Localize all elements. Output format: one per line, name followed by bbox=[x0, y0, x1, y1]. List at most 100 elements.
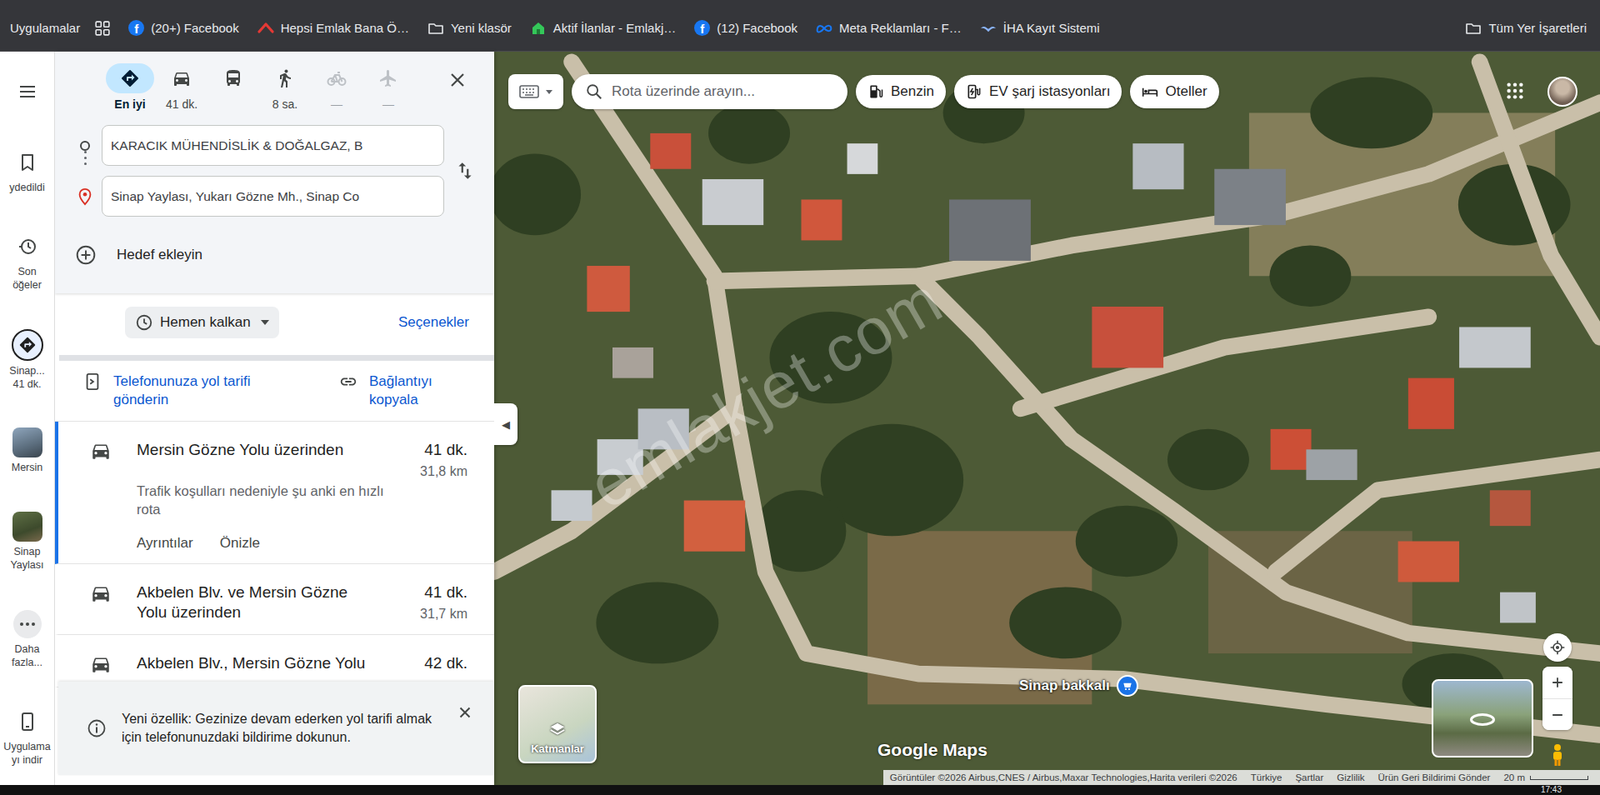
footer-link[interactable]: Ürün Geri Bildirimi Gönder bbox=[1378, 772, 1491, 783]
route-option[interactable]: Akbelen Blv. ve Mersin Gözne Yolu üzerin… bbox=[55, 564, 495, 635]
place-thumbnail bbox=[12, 511, 43, 542]
close-icon[interactable] bbox=[455, 703, 475, 722]
satellite-imagery[interactable] bbox=[494, 51, 1600, 785]
category-chip[interactable]: EV şarj istasyonları bbox=[954, 75, 1123, 109]
zoom-out-button[interactable] bbox=[1542, 698, 1573, 730]
car-icon bbox=[90, 582, 112, 605]
route-option[interactable]: Akbelen Blv., Mersin Gözne Yolu42 dk. bbox=[55, 635, 495, 688]
my-location-button[interactable] bbox=[1543, 633, 1572, 662]
crosshair-icon bbox=[1549, 639, 1566, 656]
bookmark-item[interactable]: İHA Kayıt Sistemi bbox=[980, 20, 1100, 37]
street-view-thumbnail[interactable] bbox=[1431, 679, 1534, 758]
walk-icon bbox=[275, 68, 295, 89]
route-search[interactable]: Rota üzerinde arayın... bbox=[571, 74, 848, 110]
apps-grid-icon[interactable] bbox=[95, 20, 110, 36]
bike-icon bbox=[326, 68, 347, 89]
swap-icon[interactable] bbox=[454, 160, 476, 182]
shop-pin-icon bbox=[1116, 675, 1139, 697]
rail-item[interactable]: Uygulamayı indir bbox=[0, 706, 55, 767]
rail-item[interactable]: ydedildi bbox=[0, 147, 55, 195]
zoom-in-button[interactable] bbox=[1542, 666, 1573, 699]
keyboard-button[interactable] bbox=[508, 74, 564, 110]
copy-link[interactable]: Bağlantıyı kopyala bbox=[339, 372, 461, 410]
rail-item[interactable] bbox=[0, 76, 55, 110]
send-to-phone[interactable]: Telefonunuza yol tarifi gönderin bbox=[83, 372, 280, 410]
account-avatar[interactable] bbox=[1547, 76, 1578, 107]
directions-icon bbox=[120, 68, 140, 89]
add-stop-button[interactable]: Hedef ekleyin bbox=[68, 238, 486, 272]
add-circle-icon bbox=[75, 244, 97, 266]
bookmark-item[interactable]: Hepsi Emlak Bana Ö… bbox=[257, 20, 410, 37]
pegman-icon[interactable] bbox=[1550, 743, 1565, 767]
car-icon bbox=[90, 440, 112, 462]
caret-icon bbox=[260, 320, 270, 325]
rail-item[interactable]: SinapYaylası bbox=[0, 511, 55, 572]
route-dots bbox=[84, 150, 87, 165]
bed-icon bbox=[1141, 83, 1159, 100]
hamburger-icon bbox=[17, 81, 38, 102]
scale-bar[interactable]: 20 m bbox=[1503, 772, 1589, 783]
footer-link[interactable]: Gizlilik bbox=[1336, 772, 1365, 783]
google-maps-logo: Google Maps bbox=[877, 740, 988, 760]
map-place-label[interactable]: Sinap bakkalı bbox=[1019, 675, 1139, 697]
rail-item[interactable]: Sonöğeler bbox=[0, 231, 55, 292]
category-chip[interactable]: Benzin bbox=[855, 75, 946, 109]
clock-icon bbox=[135, 313, 154, 332]
destination-field[interactable]: Sinap Yaylası, Yukarı Gözne Mh., Sinap C… bbox=[101, 175, 445, 217]
category-chip[interactable]: Oteller bbox=[1130, 75, 1219, 109]
bookmark-item[interactable]: f(20+) Facebook bbox=[128, 20, 239, 37]
travel-mode[interactable]: 41 dk. bbox=[155, 63, 208, 112]
route-option[interactable]: Mersin Gözne Yolu üzerinden41 dk.31,8 km… bbox=[55, 421, 495, 565]
map-footer: Görüntüler ©2026 Airbus,CNES / Airbus,Ma… bbox=[883, 770, 1600, 785]
close-button[interactable] bbox=[444, 66, 471, 94]
taskbar: 17:43 bbox=[0, 785, 1600, 795]
more-icon bbox=[13, 610, 42, 639]
rail-item[interactable]: Sinap...41 dk. bbox=[0, 329, 55, 391]
phone-send-icon bbox=[83, 372, 102, 391]
rail-item[interactable]: Dahafazla... bbox=[0, 609, 55, 670]
search-icon bbox=[585, 82, 604, 101]
taskbar-clock: 17:43 bbox=[1540, 785, 1562, 795]
bookmark-icon bbox=[17, 152, 38, 173]
history-icon bbox=[17, 236, 38, 257]
emlakjet-house-icon bbox=[530, 20, 547, 37]
bookmark-item[interactable]: Aktif İlanlar - Emlakj… bbox=[530, 20, 677, 37]
options-link[interactable]: Seçenekler bbox=[398, 314, 470, 331]
rail-item[interactable]: Mersin bbox=[0, 427, 55, 475]
plus-icon bbox=[1549, 674, 1566, 691]
travel-mode: — bbox=[362, 63, 415, 112]
route-action[interactable]: Önizle bbox=[220, 535, 260, 552]
route-action[interactable]: Ayrıntılar bbox=[136, 535, 194, 552]
info-icon bbox=[86, 718, 107, 739]
watermark: emlakjet.com bbox=[576, 262, 955, 525]
footer-link[interactable]: Türkiye bbox=[1250, 772, 1283, 783]
city-thumbnail bbox=[12, 427, 43, 458]
bookmark-item[interactable]: f(12) Facebook bbox=[694, 20, 798, 37]
rotate-360-icon bbox=[1467, 703, 1498, 734]
origin-field[interactable]: KARACIK MÜHENDİSLİK & DOĞALGAZ, B bbox=[101, 125, 445, 166]
close-icon bbox=[447, 70, 468, 90]
loading-bar bbox=[59, 355, 495, 361]
departure-dropdown[interactable]: Hemen kalkan bbox=[125, 306, 280, 339]
apps-bookmark[interactable]: Uygulamalar bbox=[10, 20, 80, 37]
eagle-icon bbox=[980, 20, 997, 37]
bookmark-item[interactable]: Meta Reklamları - F… bbox=[815, 20, 962, 37]
footer-link[interactable]: Şartlar bbox=[1295, 772, 1324, 783]
google-apps-icon[interactable] bbox=[1505, 81, 1525, 100]
keyboard-icon bbox=[519, 85, 540, 99]
satellite-map[interactable]: emlakjet.com Rota üzerinde arayın...Benzi… bbox=[494, 51, 1600, 785]
travel-mode[interactable] bbox=[207, 63, 260, 112]
bookmark-item[interactable]: Yeni klasör bbox=[427, 20, 512, 37]
link-icon bbox=[339, 372, 358, 391]
layers-button[interactable]: Katmanlar bbox=[518, 685, 597, 764]
collapse-panel-button[interactable]: ◀ bbox=[494, 403, 518, 445]
car-icon bbox=[171, 68, 192, 89]
directions-icon bbox=[18, 335, 37, 355]
side-rail: ydedildi Sonöğeler Sinap...41 dk. Mersin Sin… bbox=[0, 51, 55, 785]
travel-mode[interactable]: En iyi bbox=[104, 63, 156, 112]
minus-icon bbox=[1549, 706, 1566, 724]
phone-icon bbox=[17, 711, 38, 732]
all-bookmarks[interactable]: Tüm Yer İşaretleri bbox=[1465, 20, 1587, 37]
folder-icon bbox=[427, 20, 445, 37]
travel-mode[interactable]: 8 sa. bbox=[259, 63, 311, 112]
